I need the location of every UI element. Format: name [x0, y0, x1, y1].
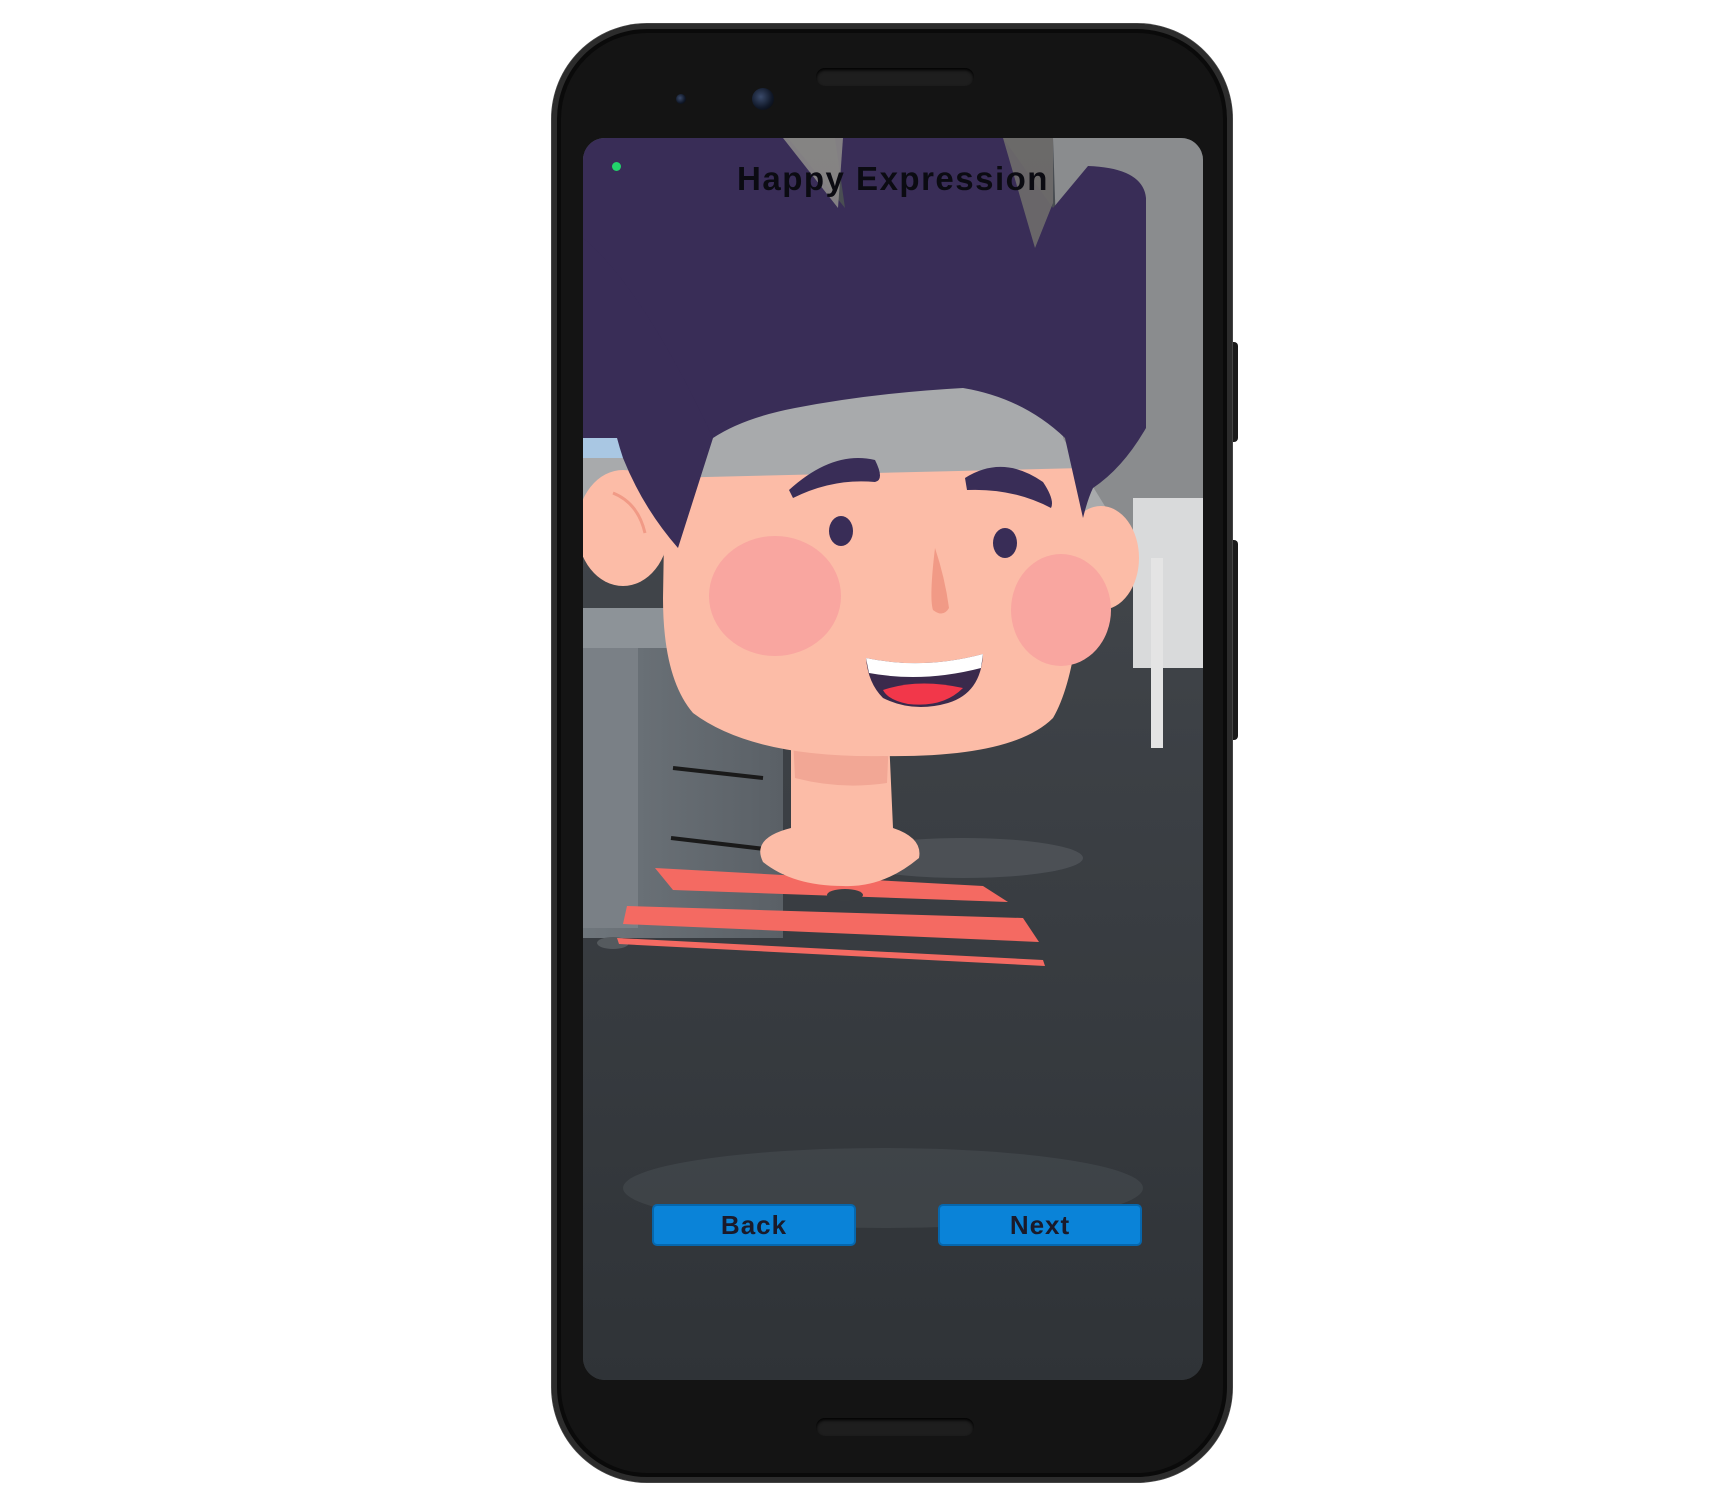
floor-fixture	[827, 889, 863, 901]
shelf	[1133, 498, 1203, 668]
earpiece-speaker	[816, 68, 974, 86]
next-button[interactable]: Next	[938, 1204, 1142, 1246]
eye-right	[993, 528, 1017, 558]
front-camera	[752, 88, 774, 110]
cheek-left	[709, 536, 841, 656]
chair-leg	[1151, 558, 1163, 748]
desk-side-panel	[583, 648, 638, 928]
eye-left	[829, 516, 853, 546]
cheek-right	[1011, 554, 1111, 666]
app-screen: Happy Expression Back Next	[583, 138, 1203, 1380]
back-button[interactable]: Back	[652, 1204, 856, 1246]
device-mockup: Happy Expression Back Next	[0, 0, 1732, 1500]
proximity-sensor	[676, 94, 686, 104]
page-title: Happy Expression	[737, 160, 1049, 197]
bottom-speaker	[816, 1418, 974, 1436]
ar-scene	[583, 138, 1203, 1380]
